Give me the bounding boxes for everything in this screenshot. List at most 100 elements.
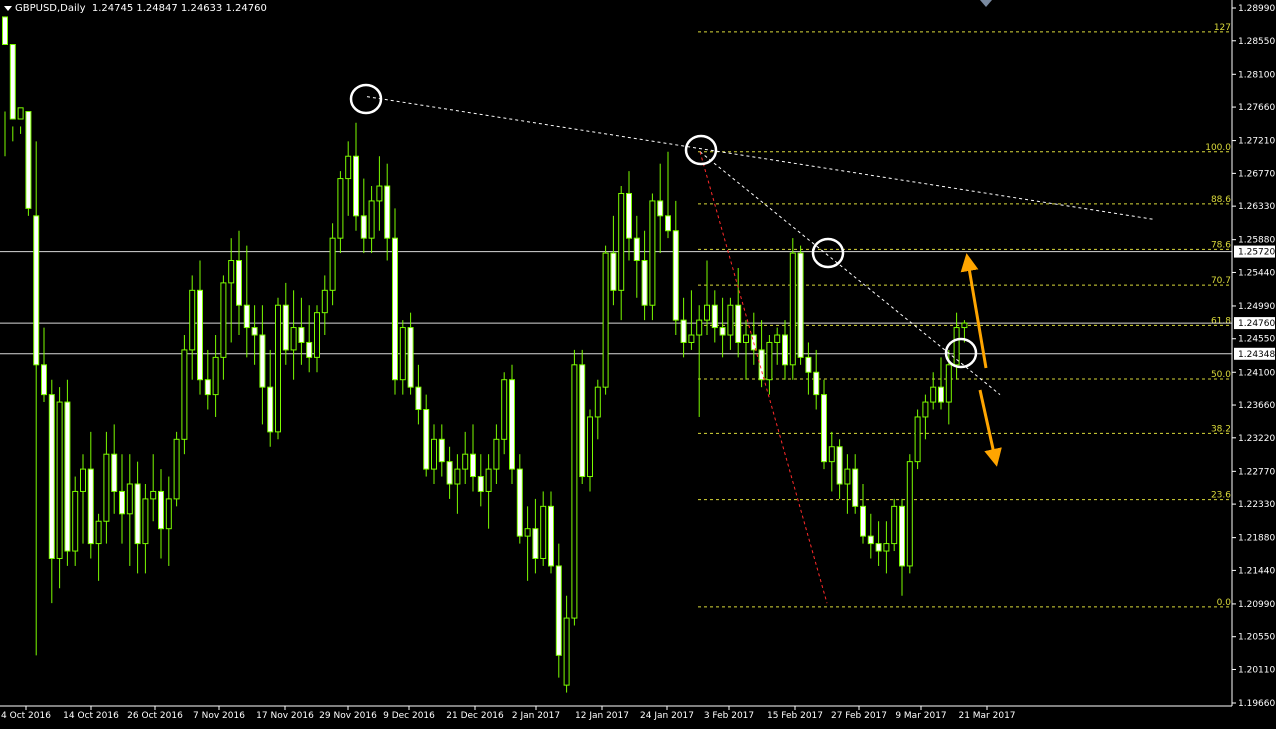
candle-body-bull: [704, 304, 710, 321]
chart-shift-marker-icon[interactable]: [980, 0, 992, 7]
candle-body-bear: [672, 230, 679, 321]
candle-body-bear: [758, 349, 765, 381]
candle-body-bear: [711, 304, 718, 329]
candle-body-bear: [41, 364, 47, 396]
candle-body-bull: [844, 468, 851, 485]
price-label-text: 1.24760: [1238, 319, 1275, 329]
y-tick-label: 1.21880: [1238, 534, 1275, 544]
candle-body-bull: [688, 334, 695, 343]
candle-body-bull: [376, 185, 383, 202]
candlestick-chart[interactable]: 127100.088.678.670.761.850.038.223.60.0 …: [0, 0, 1276, 729]
candle-body-bear: [353, 155, 359, 217]
symbol-label: GBPUSD,Daily: [15, 3, 86, 14]
candle-body-bear: [633, 237, 640, 262]
candle-body-bear: [813, 371, 820, 396]
candle-body-bull: [540, 505, 547, 559]
candle-body-bull: [126, 483, 133, 515]
candle-body-bear: [477, 476, 484, 492]
candle-body-bull: [766, 341, 773, 381]
candle-body-bear: [134, 483, 141, 545]
candle-body-bear: [470, 453, 476, 478]
candle-body-bull: [290, 327, 297, 351]
x-tick-label: 17 Nov 2016: [256, 711, 314, 721]
candle-body-bull: [501, 379, 508, 440]
candle-body-bull: [95, 520, 102, 545]
candle-body-bear: [532, 528, 539, 559]
candle-body-bear: [555, 565, 562, 656]
y-tick-label: 1.27210: [1238, 137, 1275, 147]
candle-body-bull: [72, 490, 79, 552]
candle-body-bull: [922, 401, 929, 418]
candle-body-bear: [48, 394, 55, 559]
candle-body-bull: [329, 237, 336, 291]
x-tick-label: 29 Nov 2016: [319, 711, 377, 721]
ohlc-values: 1.24745 1.24847 1.24633 1.24760: [91, 3, 267, 14]
x-tick-label: 21 Mar 2017: [958, 711, 1015, 721]
candle-body-bull: [485, 468, 492, 492]
candle-body-bull: [828, 446, 835, 463]
candle-body-bull: [930, 386, 937, 403]
candle-body-bear: [384, 185, 391, 239]
candle-body-bull: [150, 490, 157, 500]
candle-body-bear: [392, 237, 398, 381]
candle-body-bear: [665, 215, 671, 232]
candle-body-bull: [883, 543, 890, 552]
candle-body-bull: [189, 289, 196, 351]
candle-body-bear: [111, 453, 118, 492]
candle-body-bull: [462, 453, 469, 470]
price-label-text: 1.25720: [1238, 248, 1275, 258]
candle-body-bull: [571, 364, 578, 619]
dropdown-triangle-icon[interactable]: [4, 5, 12, 11]
price-label-text: 1.24348: [1238, 350, 1275, 360]
fib-level-label: 78.6: [1211, 240, 1231, 250]
candle-body-bull: [345, 155, 352, 180]
y-tick-label: 1.25880: [1238, 236, 1275, 246]
candle-body-bear: [548, 505, 554, 567]
candle-body-bull: [743, 334, 749, 343]
candle-body-bear: [805, 356, 812, 373]
candle-body-bull: [563, 617, 570, 686]
x-tick-label: 9 Dec 2016: [383, 711, 435, 721]
candle-body-bear: [236, 260, 242, 306]
candle-body-bull: [945, 364, 952, 403]
candle-body-bull: [103, 453, 110, 522]
candle-body-bear: [415, 386, 422, 411]
candle-body-bear: [64, 401, 71, 552]
y-tick-label: 1.28990: [1238, 4, 1275, 14]
x-tick-label: 12 Jan 2017: [575, 711, 629, 721]
candle-body-bear: [446, 461, 453, 485]
candle-body-bull: [953, 327, 960, 366]
candle-body-bear: [516, 468, 523, 537]
candle-body-bull: [914, 416, 921, 463]
candle-body-bull: [493, 438, 500, 470]
y-tick-label: 1.28100: [1238, 70, 1275, 80]
candle-body-bull: [173, 438, 180, 500]
candle-body-bear: [899, 505, 905, 567]
candle-body-bull: [774, 334, 781, 343]
candle-body-bull: [80, 468, 86, 492]
x-tick-label: 9 Mar 2017: [895, 711, 946, 721]
candle-body-bull: [454, 468, 461, 485]
candle-body-bull: [220, 282, 227, 358]
candle-body-bear: [306, 341, 313, 358]
y-tick-label: 1.22770: [1238, 467, 1275, 477]
candle-body-bull: [368, 200, 375, 239]
x-tick-label: 2 Jan 2017: [512, 711, 560, 721]
candle-body-bull: [696, 319, 703, 336]
candle-body-bull: [212, 356, 219, 396]
y-tick-label: 1.22330: [1238, 500, 1275, 510]
candle-body-bull: [314, 312, 320, 358]
x-tick-label: 26 Oct 2016: [127, 711, 183, 721]
candle-body-bear: [251, 327, 258, 336]
candle-body-bull: [891, 505, 898, 545]
candle-body-bear: [87, 468, 94, 545]
candle-body-bull: [961, 322, 968, 329]
candle-body-bull: [56, 401, 63, 559]
candle-body-bear: [657, 200, 664, 217]
candle-body-bear: [282, 304, 289, 351]
candle-body-bear: [579, 364, 586, 478]
x-tick-label: 14 Oct 2016: [63, 711, 119, 721]
y-tick-label: 1.23220: [1238, 434, 1275, 444]
candle-body-bull: [142, 498, 149, 545]
candle-body-bear: [860, 505, 866, 537]
